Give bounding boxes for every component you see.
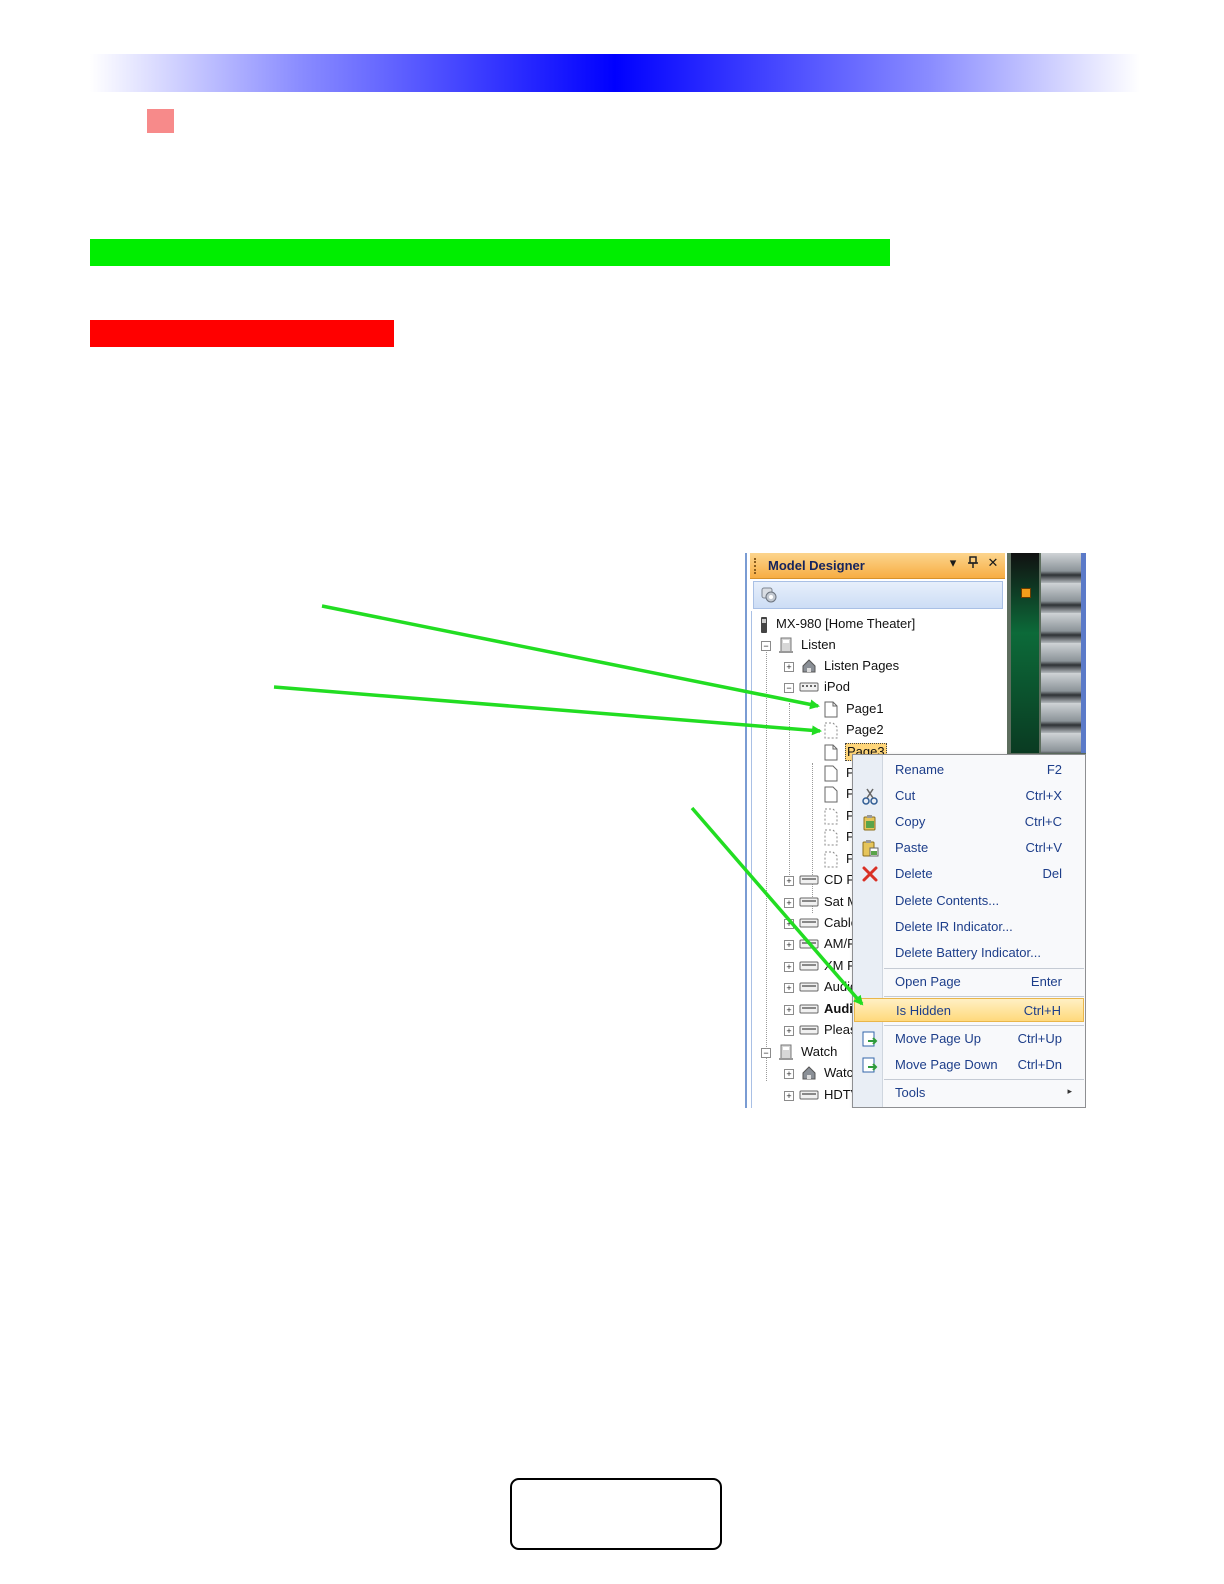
hidden-page-icon bbox=[824, 829, 838, 846]
device-icon bbox=[799, 982, 819, 992]
page-icon bbox=[824, 786, 838, 803]
expand-icon[interactable]: + bbox=[784, 1091, 794, 1101]
menu-separator bbox=[884, 996, 1084, 997]
expand-icon[interactable]: + bbox=[784, 662, 794, 672]
menu-item-delete[interactable]: Delete Del bbox=[854, 862, 1084, 886]
arrow-to-page2 bbox=[273, 685, 822, 736]
grip-icon[interactable] bbox=[754, 558, 759, 574]
menu-item-delete-ir-indicator[interactable]: Delete IR Indicator... bbox=[854, 915, 1084, 939]
device-icon bbox=[799, 961, 819, 971]
paste-icon bbox=[862, 840, 879, 857]
expand-icon[interactable]: + bbox=[784, 983, 794, 993]
menu-item-rename[interactable]: Rename F2 bbox=[854, 758, 1084, 782]
menu-item-paste[interactable]: Paste Ctrl+V bbox=[854, 836, 1084, 860]
device-icon bbox=[799, 875, 819, 885]
copy-icon bbox=[863, 815, 876, 831]
collapse-icon[interactable]: − bbox=[784, 683, 794, 693]
bullet-marker bbox=[147, 109, 174, 133]
device-icon bbox=[799, 939, 819, 949]
device-icon bbox=[799, 682, 819, 692]
close-icon[interactable]: ✕ bbox=[986, 556, 1000, 571]
expand-icon[interactable]: + bbox=[784, 876, 794, 886]
activity-icon bbox=[779, 1044, 793, 1060]
device-icon bbox=[799, 918, 819, 928]
activity-icon bbox=[779, 637, 793, 653]
green-highlight-bar bbox=[90, 239, 890, 266]
menu-item-open-page[interactable]: Open Page Enter bbox=[854, 970, 1084, 994]
submenu-arrow-icon: ▸ bbox=[1067, 1086, 1072, 1096]
menu-item-move-page-down[interactable]: Move Page Down Ctrl+Dn bbox=[854, 1053, 1084, 1077]
expand-icon[interactable]: + bbox=[784, 962, 794, 972]
panel-title: Model Designer bbox=[768, 558, 865, 573]
menu-item-copy[interactable]: Copy Ctrl+C bbox=[854, 810, 1084, 834]
model-designer-screenshot: Model Designer ▾ ✕ MX-980 [Home Theater]… bbox=[745, 553, 1086, 1108]
tree-settings-icon[interactable] bbox=[760, 586, 778, 604]
pin-icon[interactable] bbox=[966, 556, 980, 572]
hidden-page-icon bbox=[824, 722, 838, 739]
home-icon bbox=[802, 659, 816, 673]
device-icon bbox=[799, 1004, 819, 1014]
expand-icon[interactable]: + bbox=[784, 940, 794, 950]
menu-separator bbox=[884, 1079, 1084, 1080]
expand-icon[interactable]: + bbox=[784, 898, 794, 908]
page-number-box bbox=[510, 1478, 722, 1550]
dropdown-icon[interactable]: ▾ bbox=[946, 556, 960, 571]
home-icon bbox=[802, 1066, 816, 1080]
expand-icon[interactable]: + bbox=[784, 1005, 794, 1015]
hidden-page-icon bbox=[824, 808, 838, 825]
red-highlight-bar bbox=[90, 320, 394, 347]
device-icon bbox=[799, 897, 819, 907]
expand-icon[interactable]: + bbox=[784, 1026, 794, 1036]
move-page-down-icon bbox=[862, 1057, 878, 1073]
device-icon bbox=[799, 1025, 819, 1035]
collapse-icon[interactable]: − bbox=[761, 1048, 771, 1058]
panel-header: Model Designer ▾ ✕ bbox=[750, 553, 1005, 579]
context-menu: Rename F2 Cut Ctrl+X Copy Ctrl+C Paste C… bbox=[852, 754, 1086, 1108]
menu-separator bbox=[884, 968, 1084, 969]
menu-separator bbox=[884, 1025, 1084, 1026]
menu-item-is-hidden[interactable]: Is Hidden Ctrl+H bbox=[854, 998, 1084, 1022]
expand-icon[interactable]: + bbox=[784, 919, 794, 929]
delete-x-icon bbox=[862, 866, 878, 882]
menu-item-delete-contents[interactable]: Delete Contents... bbox=[854, 889, 1084, 913]
menu-item-delete-battery-indicator[interactable]: Delete Battery Indicator... bbox=[854, 941, 1084, 965]
page-icon bbox=[824, 744, 838, 761]
remote-icon bbox=[761, 617, 767, 633]
menu-item-move-page-up[interactable]: Move Page Up Ctrl+Up bbox=[854, 1027, 1084, 1051]
panel-toolbar bbox=[753, 581, 1003, 609]
arrow-to-page1 bbox=[321, 604, 820, 710]
collapse-icon[interactable]: − bbox=[761, 641, 771, 651]
selection-handle[interactable] bbox=[1021, 588, 1031, 598]
device-icon bbox=[799, 1090, 819, 1100]
scissors-icon bbox=[862, 788, 878, 805]
menu-item-tools[interactable]: Tools ▸ bbox=[854, 1081, 1084, 1105]
page-icon bbox=[824, 701, 838, 718]
move-page-up-icon bbox=[862, 1031, 878, 1047]
title-gradient-bar bbox=[90, 54, 1140, 92]
hidden-page-icon bbox=[824, 851, 838, 868]
page-icon bbox=[824, 765, 838, 782]
expand-icon[interactable]: + bbox=[784, 1069, 794, 1079]
menu-item-cut[interactable]: Cut Ctrl+X bbox=[854, 784, 1084, 808]
